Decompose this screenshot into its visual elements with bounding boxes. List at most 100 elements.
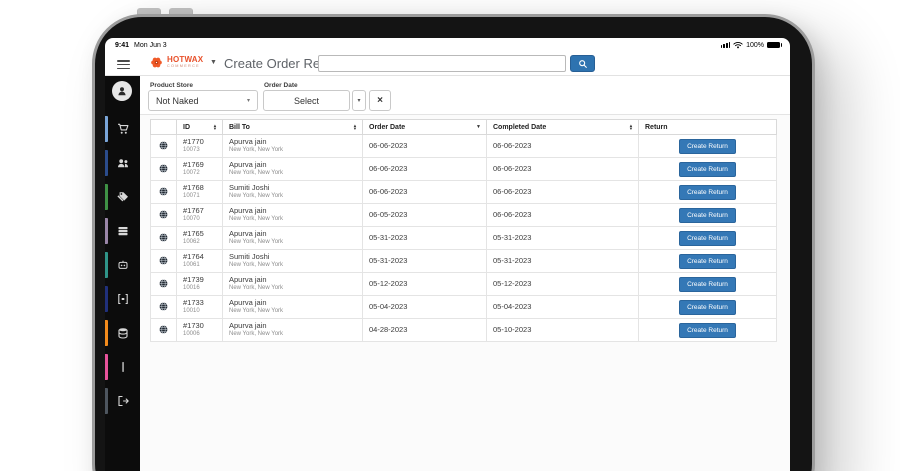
orders-table: ID ▲▼ Bill To ▲▼ bbox=[150, 119, 777, 342]
globe-icon bbox=[159, 141, 168, 150]
completed-date: 05-10-2023 bbox=[493, 325, 638, 334]
order-date-caret-button[interactable]: ▾ bbox=[352, 90, 366, 111]
sidebar-item-rows[interactable] bbox=[105, 214, 140, 248]
globe-icon bbox=[159, 233, 168, 242]
order-date: 06-06-2023 bbox=[369, 141, 486, 150]
table-row: #1730 10006 Apurva jain New York, New Yo… bbox=[151, 319, 777, 342]
globe-icon bbox=[159, 279, 168, 288]
globe-icon bbox=[159, 164, 168, 173]
order-number: 10006 bbox=[183, 331, 222, 339]
bill-to-name: Apurva jain bbox=[229, 229, 362, 238]
product-store-select[interactable]: Not Naked ▾ bbox=[148, 90, 258, 111]
table-row: #1739 10016 Apurva jain New York, New Yo… bbox=[151, 273, 777, 296]
users-icon bbox=[117, 157, 129, 169]
sidebar bbox=[105, 76, 140, 471]
order-number: 10072 bbox=[183, 170, 222, 178]
globe-icon bbox=[159, 210, 168, 219]
col-completed-date[interactable]: Completed Date ▲▼ bbox=[487, 120, 639, 135]
create-return-button[interactable]: Create Return bbox=[679, 254, 736, 269]
create-return-button[interactable]: Create Return bbox=[679, 277, 736, 292]
user-avatar-icon[interactable] bbox=[112, 81, 132, 101]
search-icon bbox=[578, 59, 588, 69]
sidebar-item-tags[interactable] bbox=[105, 180, 140, 214]
bot-icon bbox=[117, 259, 129, 271]
sidebar-indicator-strip bbox=[105, 252, 108, 278]
table-row: #1765 10062 Apurva jain New York, New Yo… bbox=[151, 227, 777, 250]
tablet-frame: 9:41 Mon Jun 3 100% bbox=[92, 14, 815, 471]
col-bill-to[interactable]: Bill To ▲▼ bbox=[223, 120, 363, 135]
app-header: HOTWAX COMMERCE ▼ Create Order Return bbox=[105, 52, 790, 76]
bill-to-name: Apurva jain bbox=[229, 321, 362, 330]
sidebar-item-brackets[interactable] bbox=[105, 282, 140, 316]
globe-icon bbox=[159, 302, 168, 311]
clock: 9:41 bbox=[115, 42, 129, 49]
database-icon bbox=[117, 327, 129, 339]
bill-to-name: Apurva jain bbox=[229, 206, 362, 215]
bill-to-name: Apurva jain bbox=[229, 298, 362, 307]
logout-icon bbox=[117, 395, 129, 407]
create-return-button[interactable]: Create Return bbox=[679, 139, 736, 154]
product-store-value: Not Naked bbox=[156, 96, 199, 106]
table-row: #1768 10071 Sumiti Joshi New York, New Y… bbox=[151, 181, 777, 204]
battery-percent: 100% bbox=[746, 42, 764, 49]
sort-icon[interactable]: ▲▼ bbox=[353, 124, 357, 131]
col-row-icon bbox=[151, 120, 177, 135]
create-return-button[interactable]: Create Return bbox=[679, 208, 736, 223]
status-date: Mon Jun 3 bbox=[134, 42, 167, 49]
order-id: #1733 bbox=[183, 298, 222, 307]
order-date-select[interactable]: Select bbox=[263, 90, 350, 111]
col-order-date[interactable]: Order Date ▼ bbox=[363, 120, 487, 135]
sidebar-item-text-cursor[interactable] bbox=[105, 350, 140, 384]
sidebar-item-users[interactable] bbox=[105, 146, 140, 180]
rows-icon bbox=[117, 225, 129, 237]
hamburger-menu-icon[interactable] bbox=[117, 60, 131, 71]
col-id[interactable]: ID ▲▼ bbox=[177, 120, 223, 135]
col-return: Return bbox=[639, 120, 777, 135]
create-return-button[interactable]: Create Return bbox=[679, 300, 736, 315]
create-return-button[interactable]: Create Return bbox=[679, 185, 736, 200]
logo-subtext: COMMERCE bbox=[167, 65, 203, 69]
sidebar-indicator-strip bbox=[105, 320, 108, 346]
order-number: 10071 bbox=[183, 193, 222, 201]
create-return-button[interactable]: Create Return bbox=[679, 323, 736, 338]
table-row: #1767 10070 Apurva jain New York, New Yo… bbox=[151, 204, 777, 227]
order-id: #1739 bbox=[183, 275, 222, 284]
wifi-icon bbox=[733, 41, 743, 49]
search-button[interactable] bbox=[570, 55, 595, 72]
bill-to-location: New York, New York bbox=[229, 262, 362, 270]
completed-date: 05-12-2023 bbox=[493, 279, 638, 288]
completed-date: 05-31-2023 bbox=[493, 233, 638, 242]
table-row: #1770 10073 Apurva jain New York, New Yo… bbox=[151, 135, 777, 158]
sort-icon[interactable]: ▲▼ bbox=[629, 124, 633, 131]
logo-text: HOTWAX bbox=[167, 56, 203, 64]
chevron-down-icon[interactable]: ▼ bbox=[210, 59, 217, 66]
sidebar-item-database[interactable] bbox=[105, 316, 140, 350]
sidebar-item-logout[interactable] bbox=[105, 384, 140, 418]
create-return-button[interactable]: Create Return bbox=[679, 162, 736, 177]
sidebar-indicator-strip bbox=[105, 286, 108, 312]
sidebar-item-bot[interactable] bbox=[105, 248, 140, 282]
sidebar-item-cart[interactable] bbox=[105, 112, 140, 146]
order-date: 06-05-2023 bbox=[369, 210, 486, 219]
bill-to-location: New York, New York bbox=[229, 147, 362, 155]
order-id: #1769 bbox=[183, 160, 222, 169]
bill-to-location: New York, New York bbox=[229, 331, 362, 339]
table-header-row: ID ▲▼ Bill To ▲▼ bbox=[151, 120, 777, 135]
order-date: 05-31-2023 bbox=[369, 256, 486, 265]
completed-date: 06-06-2023 bbox=[493, 164, 638, 173]
clear-filter-button[interactable]: × bbox=[369, 90, 391, 111]
table-row: #1733 10010 Apurva jain New York, New Yo… bbox=[151, 296, 777, 319]
order-id: #1764 bbox=[183, 252, 222, 261]
bill-to-name: Apurva jain bbox=[229, 275, 362, 284]
order-date: 05-31-2023 bbox=[369, 233, 486, 242]
bill-to-name: Apurva jain bbox=[229, 160, 362, 169]
completed-date: 06-06-2023 bbox=[493, 187, 638, 196]
order-number: 10062 bbox=[183, 239, 222, 247]
order-id: #1770 bbox=[183, 137, 222, 146]
create-return-button[interactable]: Create Return bbox=[679, 231, 736, 246]
search-input[interactable] bbox=[318, 55, 566, 72]
sort-desc-icon[interactable]: ▼ bbox=[476, 124, 481, 130]
table-row: #1764 10061 Sumiti Joshi New York, New Y… bbox=[151, 250, 777, 273]
sort-icon[interactable]: ▲▼ bbox=[213, 124, 217, 131]
order-id: #1730 bbox=[183, 321, 222, 330]
